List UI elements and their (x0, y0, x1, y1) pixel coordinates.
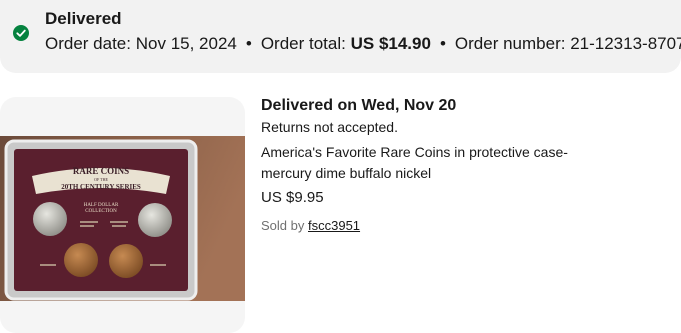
order-date-label: Order date: (45, 34, 131, 53)
sold-by-label: Sold by (261, 218, 305, 233)
delivery-status: Delivered on Wed, Nov 20 (261, 97, 457, 114)
returns-policy: Returns not accepted. (261, 119, 398, 135)
product-image[interactable]: RARE COINS OF THE 20TH CENTURY SERIES HA… (0, 136, 245, 301)
image-header-line1: RARE COINS (73, 166, 129, 176)
order-number-label: Order number: (454, 34, 566, 53)
order-date: Nov 15, 2024 (135, 34, 237, 53)
order-meta: Order date: Nov 15, 2024 • Order total: US… (45, 34, 681, 54)
order-total: US $14.90 (350, 34, 431, 53)
image-header-line3: 20TH CENTURY SERIES (61, 183, 141, 191)
seller-info: Sold by fscc3951 (261, 218, 360, 233)
order-status: Delivered (45, 9, 122, 28)
image-collection-line2: COLLECTION (85, 209, 117, 214)
item-price: US $9.95 (261, 189, 324, 206)
order-summary-banner: Delivered Order date: Nov 15, 2024 • Order… (0, 0, 681, 73)
image-header-line2: OF THE (94, 177, 108, 182)
image-collection-line1: HALF DOLLAR (84, 203, 119, 208)
check-circle-icon (13, 25, 29, 41)
separator: • (245, 34, 252, 53)
order-number: 21-12313-87076 (570, 34, 681, 53)
seller-link[interactable]: fscc3951 (308, 218, 360, 233)
item-title-link[interactable]: America's Favorite Rare Coins in protect… (261, 142, 601, 184)
order-total-label: Order total: (260, 34, 346, 53)
separator: • (439, 34, 446, 53)
item-thumbnail[interactable]: RARE COINS OF THE 20TH CENTURY SERIES HA… (0, 97, 245, 333)
